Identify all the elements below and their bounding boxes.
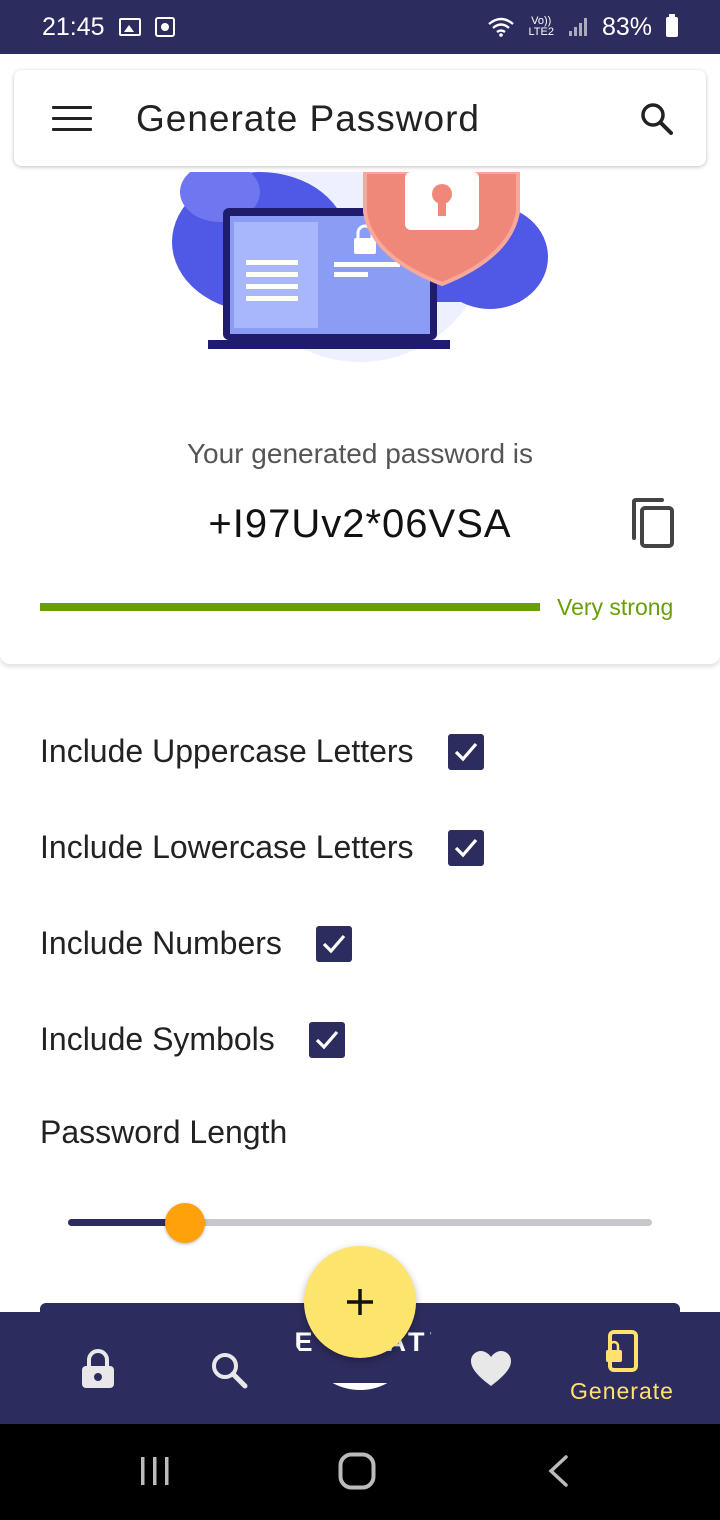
option-label: Include Uppercase Letters xyxy=(40,733,414,769)
generated-password-label: Your generated password is xyxy=(186,438,534,469)
nav-item-search[interactable] xyxy=(209,1350,249,1390)
password-length-slider[interactable] xyxy=(68,1219,652,1226)
page-title: Generate Password xyxy=(136,98,481,139)
battery-percent: 83% xyxy=(601,12,652,41)
recent-apps-icon[interactable] xyxy=(138,1456,172,1486)
lowercase-checkbox[interactable] xyxy=(447,829,484,866)
symbols-checkbox[interactable] xyxy=(308,1021,345,1058)
option-numbers[interactable]: Include Numbers xyxy=(40,925,352,962)
strength-meter xyxy=(40,603,540,611)
uppercase-checkbox[interactable] xyxy=(447,733,484,770)
plus-icon xyxy=(347,1289,373,1315)
network-type: Vo)) LTE2 xyxy=(528,15,554,38)
home-icon[interactable] xyxy=(338,1452,376,1490)
search-icon[interactable] xyxy=(638,100,676,138)
check-icon xyxy=(322,934,346,953)
check-icon xyxy=(454,838,477,857)
screen-recorder-icon xyxy=(154,17,175,37)
status-bar: 21:45 Vo)) LTE2 83% xyxy=(0,0,720,54)
nav-label-generate: Generate xyxy=(570,1378,674,1404)
option-lowercase[interactable]: Include Lowercase Letters xyxy=(40,829,484,866)
back-icon[interactable] xyxy=(546,1454,570,1488)
nav-item-vault[interactable] xyxy=(80,1348,116,1390)
gallery-notification-icon xyxy=(118,18,141,36)
status-time: 21:45 xyxy=(42,12,105,41)
heart-icon xyxy=(471,1351,511,1386)
slider-thumb[interactable] xyxy=(164,1203,205,1243)
search-icon xyxy=(212,1353,248,1389)
option-label: Include Lowercase Letters xyxy=(40,829,414,865)
strength-label: Very strong xyxy=(557,594,674,620)
copy-icon[interactable] xyxy=(628,496,678,550)
nav-item-favorites[interactable] xyxy=(470,1350,512,1388)
security-illustration xyxy=(172,172,548,362)
generated-password[interactable]: +I97Uv2*06VSA xyxy=(0,502,720,547)
phone-lock-icon xyxy=(606,1330,638,1372)
check-icon xyxy=(454,742,477,761)
password-length-label: Password Length xyxy=(40,1114,288,1150)
option-label: Include Symbols xyxy=(40,1021,275,1057)
wifi-icon xyxy=(488,17,515,37)
battery-icon xyxy=(666,14,678,37)
signal-icon xyxy=(568,18,587,36)
check-icon xyxy=(315,1030,338,1049)
option-uppercase[interactable]: Include Uppercase Letters xyxy=(40,733,484,770)
add-button[interactable] xyxy=(304,1246,416,1358)
lock-icon xyxy=(82,1349,114,1388)
nav-item-generate[interactable]: Generate xyxy=(570,1330,674,1405)
numbers-checkbox[interactable] xyxy=(315,925,352,962)
option-symbols[interactable]: Include Symbols xyxy=(40,1021,345,1058)
menu-icon[interactable] xyxy=(52,106,92,132)
app-bar: Generate Password xyxy=(14,70,706,166)
system-navigation-bar xyxy=(0,1424,720,1520)
option-label: Include Numbers xyxy=(40,925,282,961)
